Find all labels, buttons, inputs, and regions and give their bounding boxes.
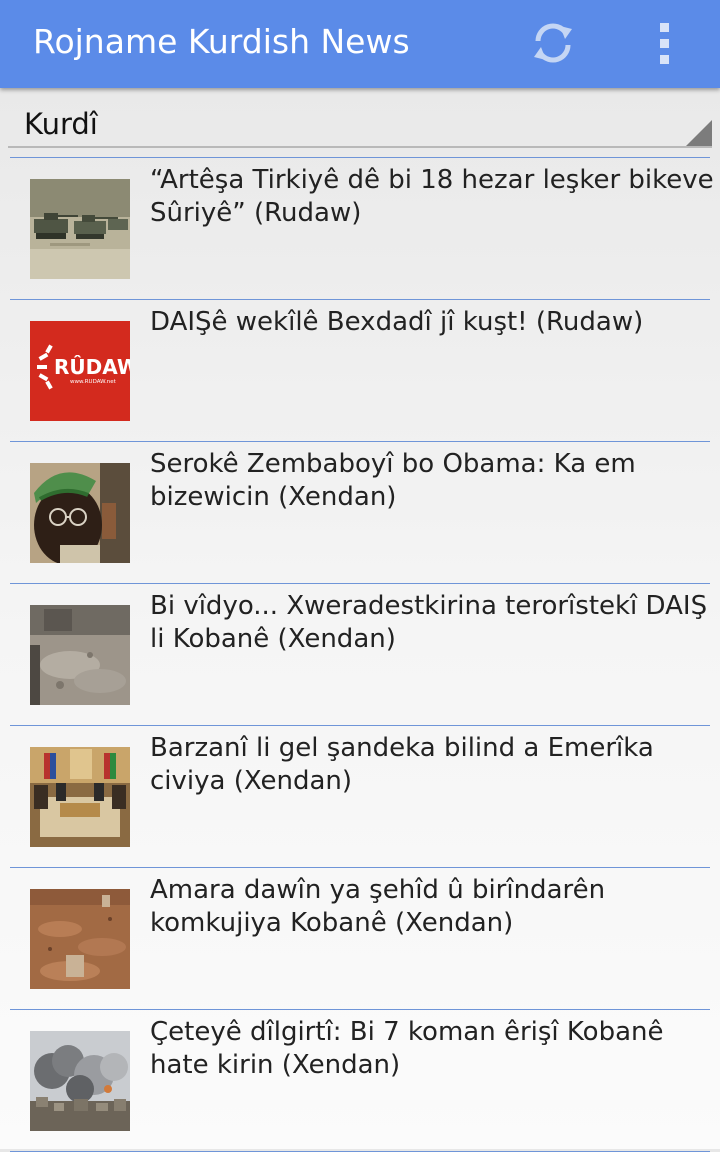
news-headline: Amara dawîn ya şehîd û birîndarên komkuj… (150, 875, 606, 938)
overflow-menu-button[interactable] (640, 16, 688, 70)
news-headline: Çeteyê dîlgirtî: Bi 7 koman êrişî Kobanê… (150, 1017, 664, 1080)
news-list: “Artêşa Tirkiyê dê bi 18 hezar leşker bi… (0, 157, 720, 1152)
language-spinner[interactable]: Kurdî (8, 92, 712, 148)
news-item[interactable]: Barzanî li gel şandeka bilind a Emerîka … (10, 725, 710, 867)
rudaw-logo-url: www.RUDAW.net (70, 379, 117, 385)
dropdown-arrow-icon (686, 120, 712, 146)
news-item[interactable]: RÛDAW www.RUDAW.net DAIŞê wekîlê Bexdadî… (10, 299, 710, 441)
news-headline: “Artêşa Tirkiyê dê bi 18 hezar leşker bi… (150, 165, 714, 228)
rudaw-logo-text: RÛDAW (54, 355, 130, 379)
portrait-photo (30, 463, 130, 563)
smoke-city-photo (30, 1031, 130, 1131)
news-headline: Serokê Zembaboyî bo Obama: Ka em bizewic… (150, 449, 636, 512)
news-item[interactable]: Çeteyê dîlgirtî: Bi 7 koman êrişî Kobanê… (10, 1009, 710, 1152)
graves-photo (30, 889, 130, 989)
news-item[interactable]: “Artêşa Tirkiyê dê bi 18 hezar leşker bi… (10, 157, 714, 299)
news-item[interactable]: Amara dawîn ya şehîd û birîndarên komkuj… (10, 867, 710, 1009)
rudaw-logo: RÛDAW www.RUDAW.net (30, 321, 130, 421)
language-selected: Kurdî (24, 107, 98, 141)
rubble-photo (30, 605, 130, 705)
news-item[interactable]: Serokê Zembaboyî bo Obama: Ka em bizewic… (10, 441, 710, 583)
tanks-photo (30, 179, 130, 279)
news-headline: Barzanî li gel şandeka bilind a Emerîka … (150, 733, 654, 796)
news-headline: Bi vîdyo... Xweradestkirina terorîstekî … (150, 591, 708, 654)
spinner-underline (8, 146, 712, 148)
overflow-menu-icon (659, 22, 669, 64)
news-item[interactable]: Bi vîdyo... Xweradestkirina terorîstekî … (10, 583, 710, 725)
action-bar: Rojname Kurdish News (0, 0, 720, 88)
meeting-room-photo (30, 747, 130, 847)
refresh-button[interactable] (526, 16, 580, 70)
refresh-icon (534, 23, 572, 63)
news-headline: DAIŞê wekîlê Bexdadî jî kuşt! (Rudaw) (150, 307, 644, 337)
app-title: Rojname Kurdish News (33, 22, 410, 61)
